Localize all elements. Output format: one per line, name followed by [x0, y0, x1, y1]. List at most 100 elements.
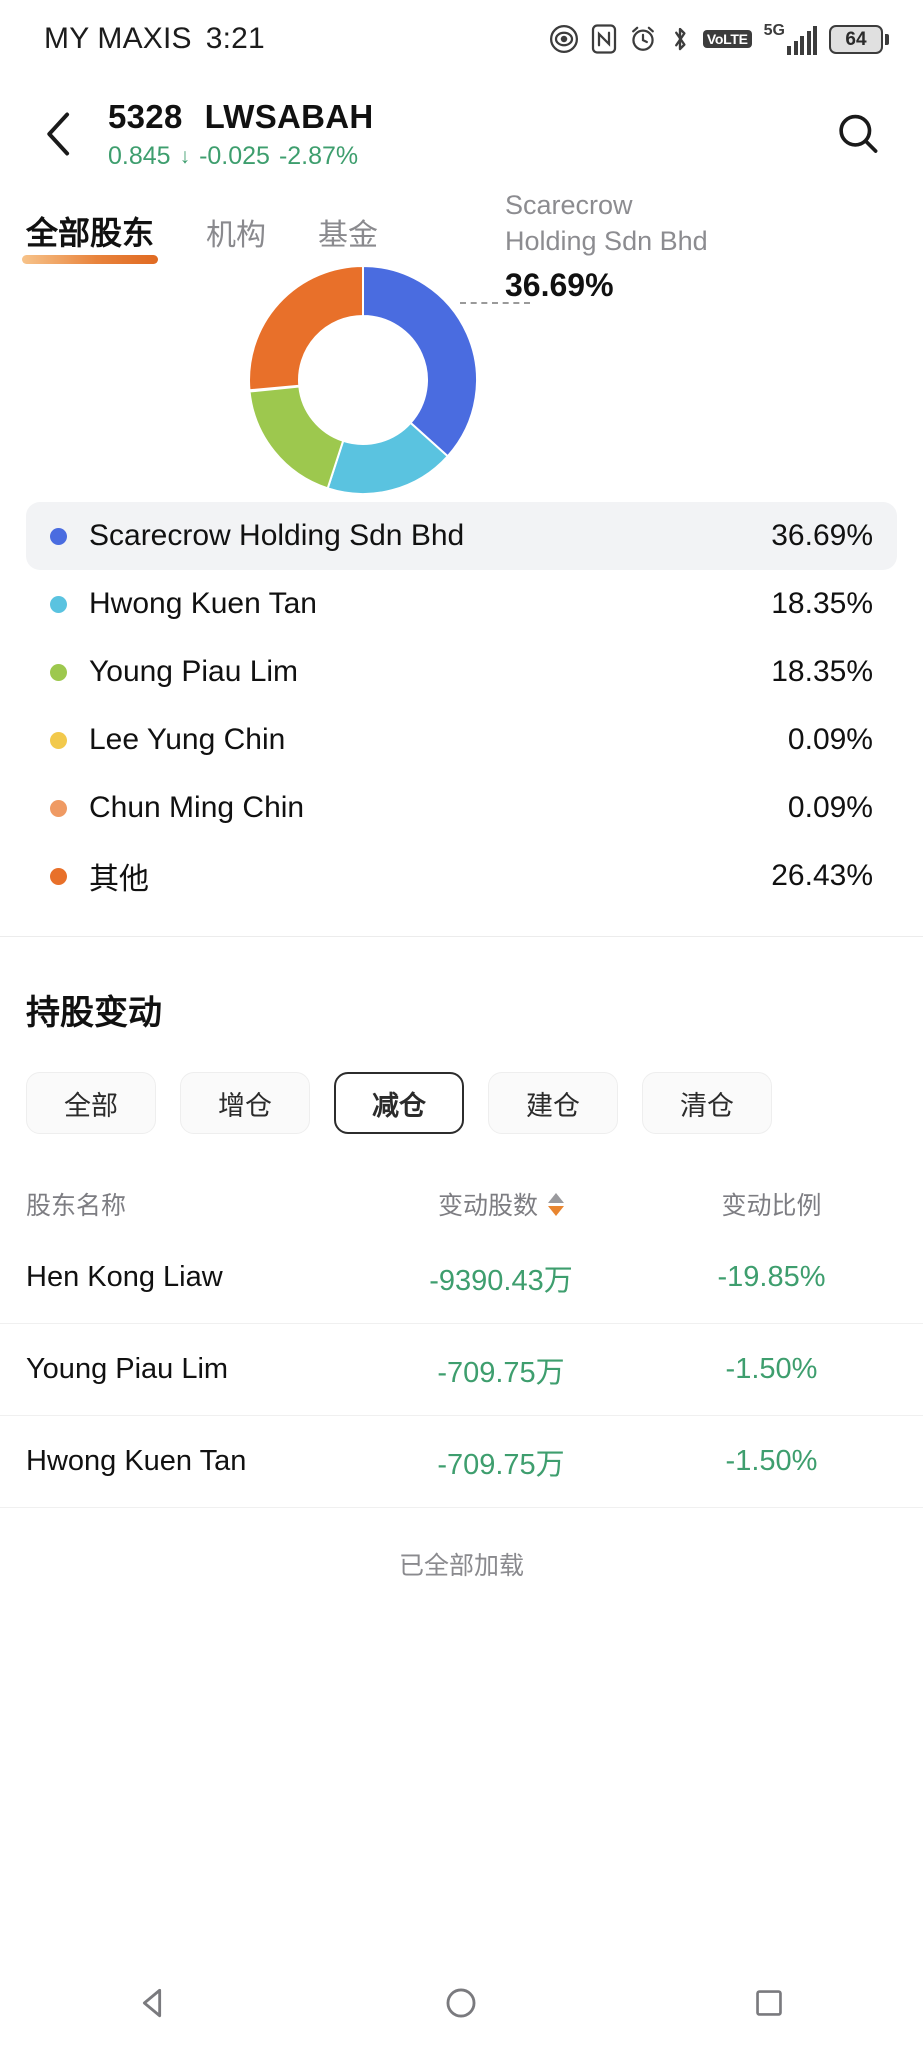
legend-color-dot — [50, 663, 67, 681]
holdings-change-section: 持股变动 全部 增仓 减仓 建仓 清仓 股东名称 变动股数 变动比例 Hen K… — [0, 937, 923, 1582]
stock-title-row: 5328 LWSABAH — [108, 98, 827, 136]
row-shareholder-name: Hwong Kuen Tan — [26, 1445, 247, 1477]
row-percent-change: -19.85% — [717, 1261, 826, 1293]
table-header-row: 股东名称 变动股数 变动比例 — [0, 1176, 923, 1232]
last-price: 0.845 — [108, 141, 171, 170]
nav-back-button[interactable] — [109, 1968, 199, 2038]
table-row[interactable]: Hen Kong Liaw -9390.43万 -19.85% — [0, 1232, 923, 1324]
home-circle-icon — [447, 1988, 476, 2018]
status-bar: MY MAXIS 3:21 VoLTE 5G 64 — [0, 0, 923, 78]
clock-label: 3:21 — [205, 22, 265, 55]
legend-color-dot — [50, 799, 67, 817]
callout-percent: 36.69% — [505, 267, 614, 304]
network-type-label: 5G — [763, 22, 785, 39]
search-icon — [839, 114, 878, 153]
callout-line-1: Scarecrow — [505, 190, 633, 220]
chip-liquidate[interactable]: 清仓 — [642, 1072, 772, 1134]
battery-icon: 64 — [829, 24, 889, 54]
sort-toggle-icon[interactable] — [548, 1192, 564, 1216]
row-share-change: -9390.43万 — [429, 1264, 573, 1297]
legend-value: 18.35% — [771, 587, 873, 620]
row-percent-change: -1.50% — [725, 1353, 818, 1385]
search-button[interactable] — [827, 103, 889, 165]
legend-row-young-piau-lim[interactable]: Young Piau Lim 18.35% — [26, 638, 897, 706]
column-header-shares[interactable]: 变动股数 — [356, 1186, 646, 1222]
stock-price-row: 0.845 ↓ -0.025 -2.87% — [108, 142, 827, 171]
row-shareholder-name: Hen Kong Liaw — [26, 1261, 223, 1293]
eye-icon — [549, 24, 579, 54]
battery-level-label: 64 — [845, 28, 867, 50]
chart-callout: Scarecrow Holding Sdn Bhd 36.69% — [505, 188, 835, 304]
donut-slice-others — [248, 264, 364, 392]
callout-line-2: Holding Sdn Bhd — [505, 225, 708, 256]
nav-recents-button[interactable] — [724, 1968, 814, 2038]
tab-all-shareholders[interactable]: 全部股东 — [22, 208, 159, 266]
back-triangle-icon — [142, 1988, 161, 2018]
holdings-change-table: 股东名称 变动股数 变动比例 Hen Kong Liaw -9390.43万 -… — [0, 1176, 923, 1582]
legend-name: Scarecrow Holding Sdn Bhd — [89, 519, 465, 552]
chip-decrease[interactable]: 减仓 — [334, 1072, 464, 1134]
chip-label: 减仓 — [372, 1090, 426, 1121]
legend-color-dot — [50, 527, 67, 545]
stock-name: LWSABAH — [204, 97, 374, 135]
price-direction-arrow-icon: ↓ — [179, 144, 191, 168]
chip-increase[interactable]: 增仓 — [180, 1072, 310, 1134]
chip-label: 建仓 — [526, 1090, 580, 1121]
volte-icon: VoLTE — [702, 30, 752, 48]
legend-color-dot — [50, 731, 67, 749]
donut-slice-young — [248, 385, 345, 490]
recents-square-icon — [756, 1990, 782, 2016]
status-bar-icons: VoLTE 5G 64 — [549, 23, 889, 55]
nav-home-button[interactable] — [416, 1968, 506, 2038]
signal-bars — [787, 26, 817, 55]
chip-label: 清仓 — [680, 1090, 734, 1121]
chip-new-position[interactable]: 建仓 — [488, 1072, 618, 1134]
legend-color-dot — [50, 595, 67, 613]
legend-row-chun-ming-chin[interactable]: Chun Ming Chin 0.09% — [26, 774, 897, 842]
stock-title-block: 5328 LWSABAH 0.845 ↓ -0.025 -2.87% — [90, 98, 827, 171]
chip-all[interactable]: 全部 — [26, 1072, 156, 1134]
column-header-shares-label: 变动股数 — [437, 1192, 538, 1220]
page-header: 5328 LWSABAH 0.845 ↓ -0.025 -2.87% — [0, 78, 923, 190]
price-change: -0.025 — [199, 141, 270, 170]
chip-label: 增仓 — [218, 1090, 272, 1121]
status-bar-left: MY MAXIS 3:21 — [44, 22, 265, 56]
legend-name: Hwong Kuen Tan — [89, 587, 317, 620]
column-header-name: 股东名称 — [26, 1192, 127, 1220]
app-screen: MY MAXIS 3:21 VoLTE 5G 64 5328 LWSABAH 0… — [0, 0, 923, 2049]
legend-name: Lee Yung Chin — [89, 723, 286, 756]
table-row[interactable]: Hwong Kuen Tan -709.75万 -1.50% — [0, 1416, 923, 1508]
bluetooth-icon — [669, 24, 691, 54]
legend-name: Young Piau Lim — [89, 655, 299, 688]
legend-name: 其他 — [89, 863, 149, 896]
legend-row-scarecrow[interactable]: Scarecrow Holding Sdn Bhd 36.69% — [26, 502, 897, 570]
android-nav-bar — [0, 1957, 923, 2049]
donut-slice-scarecrow — [362, 264, 478, 458]
chevron-left-icon — [47, 112, 70, 156]
back-button[interactable] — [28, 103, 90, 165]
legend-value: 36.69% — [771, 519, 873, 552]
price-change-percent: -2.87% — [278, 141, 359, 170]
signal-icon: 5G — [764, 23, 817, 55]
row-shareholder-name: Young Piau Lim — [26, 1353, 229, 1385]
stock-code: 5328 — [108, 97, 183, 135]
row-share-change: -709.75万 — [437, 1448, 565, 1481]
legend-value: 0.09% — [787, 723, 873, 756]
legend-row-lee-yung-chin[interactable]: Lee Yung Chin 0.09% — [26, 706, 897, 774]
carrier-label: MY MAXIS — [44, 22, 192, 55]
chip-label: 全部 — [64, 1090, 118, 1121]
legend-value: 26.43% — [771, 859, 873, 892]
legend-color-dot — [50, 867, 67, 885]
tab-active-underline — [22, 255, 159, 264]
legend-value: 18.35% — [771, 655, 873, 688]
row-percent-change: -1.50% — [725, 1445, 818, 1477]
table-row[interactable]: Young Piau Lim -709.75万 -1.50% — [0, 1324, 923, 1416]
list-end-label: 已全部加载 — [398, 1552, 524, 1580]
alarm-icon — [629, 24, 657, 54]
holdings-filter-chips: 全部 增仓 减仓 建仓 清仓 — [0, 1034, 923, 1134]
nfc-icon — [591, 24, 617, 54]
donut-svg-wrap — [233, 194, 493, 494]
row-share-change: -709.75万 — [437, 1356, 565, 1389]
legend-row-hwong-kuen-tan[interactable]: Hwong Kuen Tan 18.35% — [26, 570, 897, 638]
legend-row-others[interactable]: 其他 26.43% — [26, 842, 897, 910]
